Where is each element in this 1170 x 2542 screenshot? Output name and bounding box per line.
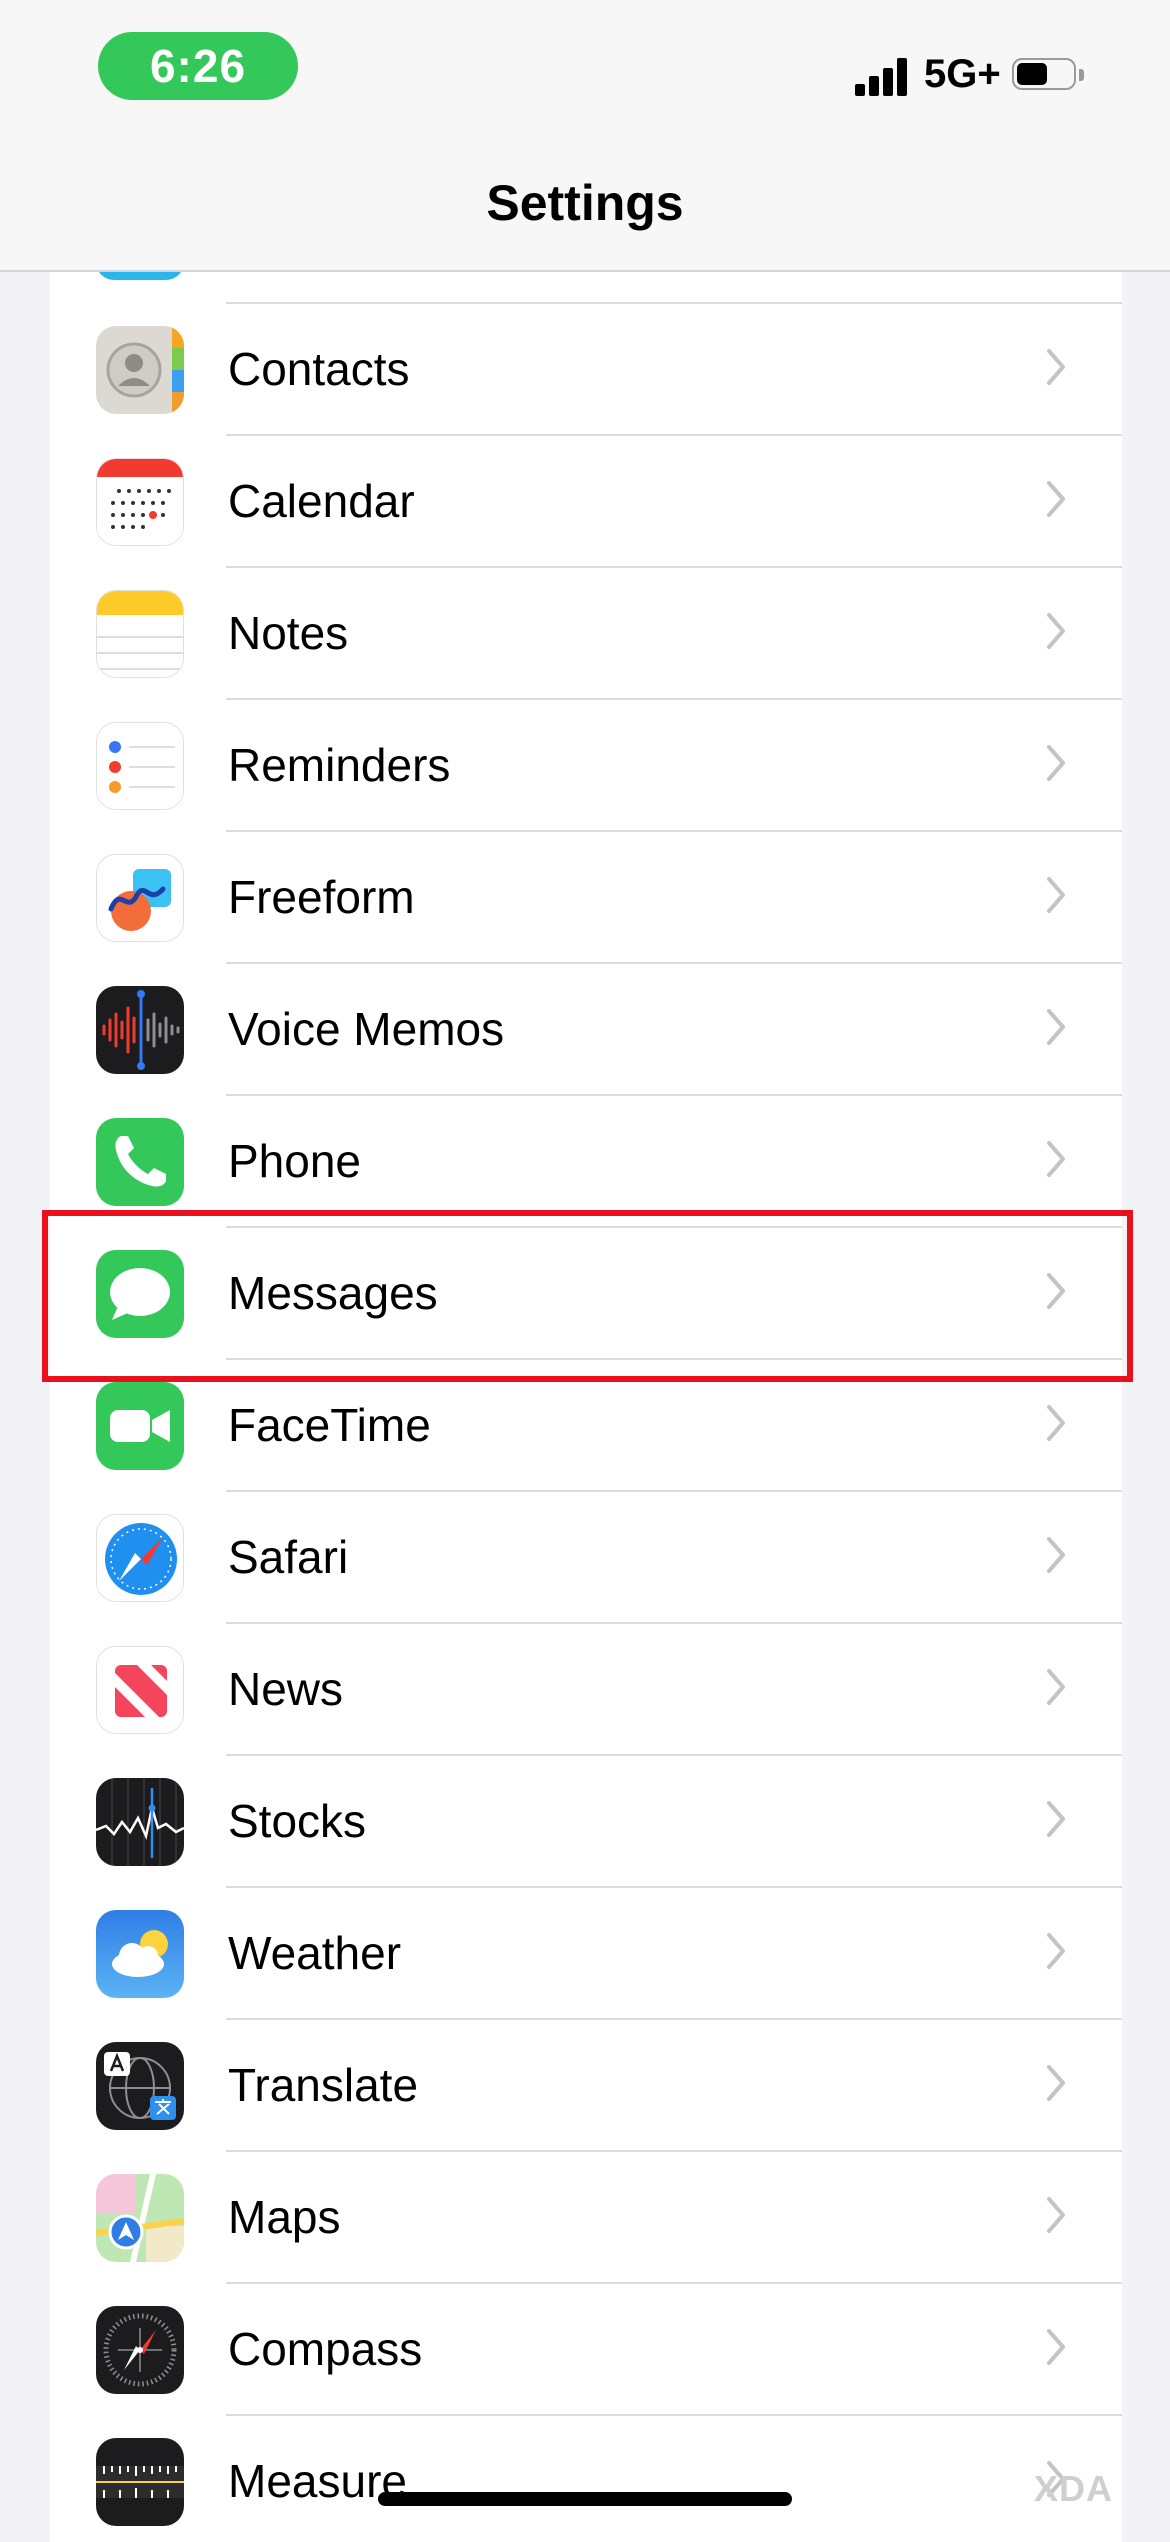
calendar-icon (96, 458, 184, 546)
status-bar: 6:26 5G+ (0, 0, 1170, 130)
cellular-signal-icon (855, 56, 907, 96)
network-type: 5G+ (924, 52, 1001, 96)
contacts-icon (96, 326, 184, 414)
page-title: Settings (486, 175, 684, 231)
row-label: Phone (228, 1135, 362, 1187)
chevron-right-icon (1047, 1933, 1065, 1969)
settings-row-translate[interactable]: Translate (50, 2020, 1122, 2152)
chevron-right-icon (1047, 1141, 1065, 1177)
settings-row-calendar[interactable]: Calendar (50, 436, 1122, 568)
row-label: Voice Memos (228, 1003, 505, 1055)
row-label: Translate (228, 2059, 419, 2111)
row-label: Maps (228, 2191, 341, 2243)
settings-row-contacts[interactable]: Contacts (50, 304, 1122, 436)
settings-row-safari[interactable]: Safari (50, 1492, 1122, 1624)
settings-row-stocks[interactable]: Stocks (50, 1756, 1122, 1888)
chevron-right-icon (1047, 349, 1065, 385)
settings-row-weather[interactable]: Weather (50, 1888, 1122, 2020)
settings-row-phone[interactable]: Phone (50, 1096, 1122, 1228)
row-label: Calendar (228, 475, 415, 527)
settings-row-reminders[interactable]: Reminders (50, 700, 1122, 832)
translate-icon (96, 2042, 184, 2130)
chevron-right-icon (1047, 1009, 1065, 1045)
chevron-right-icon (1047, 1669, 1065, 1705)
chevron-right-icon (1047, 877, 1065, 913)
chevron-right-icon (1047, 613, 1065, 649)
row-label: Contacts (228, 343, 410, 395)
settings-row-measure[interactable]: Measure (50, 2416, 1122, 2542)
app-icon (96, 272, 184, 280)
weather-icon (96, 1910, 184, 1998)
voice-memos-icon (96, 986, 184, 1074)
facetime-icon (96, 1382, 184, 1470)
row-label: Freeform (228, 871, 415, 923)
settings-row-compass[interactable]: Compass (50, 2284, 1122, 2416)
phone-icon (96, 1118, 184, 1206)
row-label: Safari (228, 1531, 349, 1583)
row-label: Compass (228, 2323, 423, 2375)
chevron-right-icon (1047, 2197, 1065, 2233)
chevron-right-icon (1047, 2065, 1065, 2101)
home-indicator[interactable] (378, 2492, 792, 2506)
row-label: News (228, 1663, 344, 1715)
chevron-right-icon (1047, 1405, 1065, 1441)
chevron-right-icon (1047, 2329, 1065, 2365)
notes-icon (96, 590, 184, 678)
navigation-bar: Settings (0, 130, 1170, 272)
settings-row-freeform[interactable]: Freeform (50, 832, 1122, 964)
reminders-icon (96, 722, 184, 810)
battery-icon (1012, 58, 1084, 94)
chevron-right-icon (1047, 481, 1065, 517)
status-time[interactable]: 6:26 (98, 32, 298, 100)
watermark: XDA (1034, 2468, 1114, 2509)
settings-apps-list[interactable]: Contacts Calendar Notes Reminders Freefo… (50, 272, 1122, 2542)
row-label: Stocks (228, 1795, 367, 1847)
settings-row-news[interactable]: News (50, 1624, 1122, 1756)
chevron-right-icon (1047, 745, 1065, 781)
maps-icon (96, 2174, 184, 2262)
messages-highlight-box (42, 1210, 1133, 1382)
row-label: Reminders (228, 739, 451, 791)
chevron-right-icon (1047, 1537, 1065, 1573)
settings-row-voice-memos[interactable]: Voice Memos (50, 964, 1122, 1096)
news-icon (96, 1646, 184, 1734)
stocks-icon (96, 1778, 184, 1866)
row-label: Weather (228, 1927, 402, 1979)
row-label: FaceTime (228, 1399, 431, 1451)
freeform-icon (96, 854, 184, 942)
settings-row-maps[interactable]: Maps (50, 2152, 1122, 2284)
measure-icon (96, 2438, 184, 2526)
row-label: Notes (228, 607, 349, 659)
list-item[interactable] (50, 272, 1122, 304)
safari-icon (96, 1514, 184, 1602)
settings-row-notes[interactable]: Notes (50, 568, 1122, 700)
compass-icon (96, 2306, 184, 2394)
chevron-right-icon (1047, 1801, 1065, 1837)
